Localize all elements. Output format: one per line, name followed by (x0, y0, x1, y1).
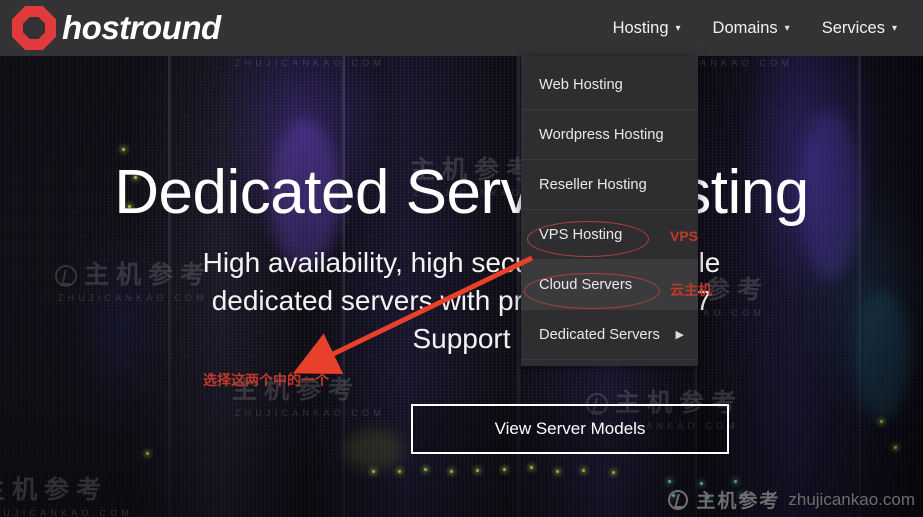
nav-item-domains[interactable]: Domains ▾ (697, 0, 806, 56)
view-server-models-label: View Server Models (494, 419, 646, 438)
hero-section: Dedicated Server Hosting High availabili… (0, 56, 923, 358)
menu-item-wordpress-hosting-label: Wordpress Hosting (539, 126, 664, 143)
hero-subtitle: High availability, high security and rel… (0, 244, 923, 358)
page-title: Dedicated Server Hosting (114, 158, 809, 227)
menu-item-web-hosting-label: Web Hosting (539, 76, 623, 93)
octagon-ring-icon (12, 6, 56, 50)
nav-item-services-label: Services (821, 18, 885, 37)
hosting-dropdown-menu: Web Hosting Wordpress Hosting Reseller H… (521, 56, 698, 366)
view-server-models-button[interactable]: View Server Models (411, 404, 729, 454)
menu-item-vps-hosting-label: VPS Hosting (539, 226, 623, 243)
menu-item-cloud-servers-label: Cloud Servers (539, 276, 633, 293)
hero-subtitle-line1: High availability, high security and rel… (202, 246, 721, 278)
hero-subtitle-line3: Support (412, 322, 511, 354)
site-logo[interactable]: hostround (12, 6, 221, 50)
chevron-right-icon: ▶ (675, 329, 684, 341)
hero-subtitle-line2: dedicated servers with professional 24/7 (211, 284, 712, 316)
menu-item-vps-hosting[interactable]: VPS Hosting (521, 210, 698, 260)
footer-watermark: 主机参考 zhujicankao.com (668, 486, 915, 513)
footer-watermark-cn: 主机参考 (696, 491, 781, 512)
chevron-down-icon: ▾ (891, 22, 897, 34)
menu-item-dedicated-servers[interactable]: Dedicated Servers ▶ (521, 310, 698, 360)
menu-item-dedicated-servers-label: Dedicated Servers (539, 326, 660, 343)
menu-item-cloud-servers[interactable]: Cloud Servers (521, 260, 698, 310)
nav-item-domains-label: Domains (712, 18, 778, 37)
lightning-circle-icon (668, 489, 689, 510)
nav-item-hosting-label: Hosting (612, 18, 669, 37)
nav-item-hosting[interactable]: Hosting ▾ (597, 0, 697, 56)
site-header: hostround Hosting ▾ Domains ▾ Services ▾ (0, 0, 923, 56)
menu-item-wordpress-hosting[interactable]: Wordpress Hosting (521, 110, 698, 160)
chevron-down-icon: ▾ (675, 22, 681, 34)
main-navigation: Hosting ▾ Domains ▾ Services ▾ (597, 0, 913, 56)
menu-item-reseller-hosting-label: Reseller Hosting (539, 176, 647, 193)
nav-item-services[interactable]: Services ▾ (806, 0, 913, 56)
menu-item-reseller-hosting[interactable]: Reseller Hosting (521, 160, 698, 210)
chevron-down-icon: ▾ (784, 22, 790, 34)
page-root: 主机参考 ZHUJICANKAO.COM 主机参考 ZHUJICANKAO.CO… (0, 0, 923, 517)
footer-watermark-domain: zhujicankao.com (788, 489, 915, 509)
logo-text: hostround (62, 9, 221, 46)
menu-item-web-hosting[interactable]: Web Hosting (521, 60, 698, 110)
